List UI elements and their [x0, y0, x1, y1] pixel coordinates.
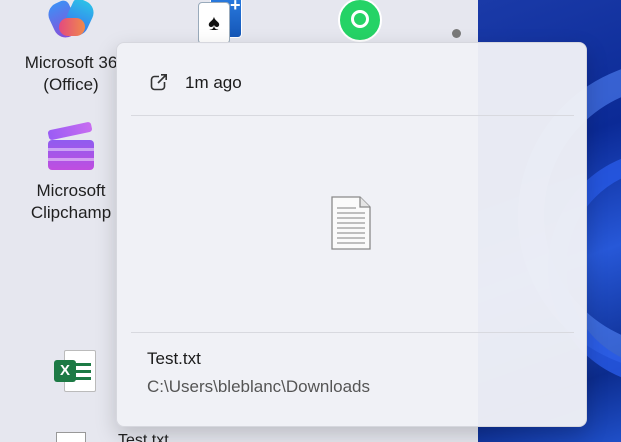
text-file-icon [331, 196, 371, 250]
desktop-icon-label: Microsoft 36 [24, 53, 118, 72]
desktop-icon-label: Microsoft [36, 181, 106, 200]
desktop-icon-microsoft-365[interactable]: Microsoft 36 (Office) [16, 0, 126, 96]
desktop-icon-label: (Office) [43, 75, 99, 94]
plus-icon: + [230, 0, 241, 15]
desktop-icon-label: Clipchamp [30, 203, 112, 222]
more-options-dot-icon[interactable] [452, 29, 461, 38]
file-preview[interactable] [131, 116, 574, 332]
time-ago-label: 1m ago [185, 73, 242, 92]
desktop-icon-solitaire[interactable]: ♠ + [196, 0, 246, 44]
text-file-icon [56, 432, 86, 442]
spade-card-icon: ♠ [198, 2, 230, 44]
divider [131, 332, 574, 333]
clipchamp-icon [46, 121, 96, 172]
whatsapp-icon [338, 0, 382, 42]
file-path: C:\Users\bleblanc\Downloads [147, 377, 370, 396]
excel-icon: X [54, 360, 76, 382]
desktop-icon-clipchamp[interactable]: Microsoft Clipchamp [16, 121, 126, 224]
desktop-icon-label: Test.txt [118, 432, 169, 442]
desktop-icon-text-file[interactable] [56, 432, 96, 442]
desktop: Microsoft 36 (Office) Microsoft Clipcham… [0, 0, 621, 442]
file-name[interactable]: Test.txt [147, 349, 201, 369]
desktop-icon-whatsapp[interactable] [338, 0, 384, 44]
microsoft-365-icon [44, 0, 98, 42]
open-external-icon[interactable] [150, 73, 168, 91]
flyout-header: 1m ago [117, 43, 586, 115]
download-flyout: 1m ago Test.txt C:\Users\bleblanc\Downlo… [116, 42, 587, 427]
desktop-icon-excel-file[interactable]: X [52, 350, 98, 396]
